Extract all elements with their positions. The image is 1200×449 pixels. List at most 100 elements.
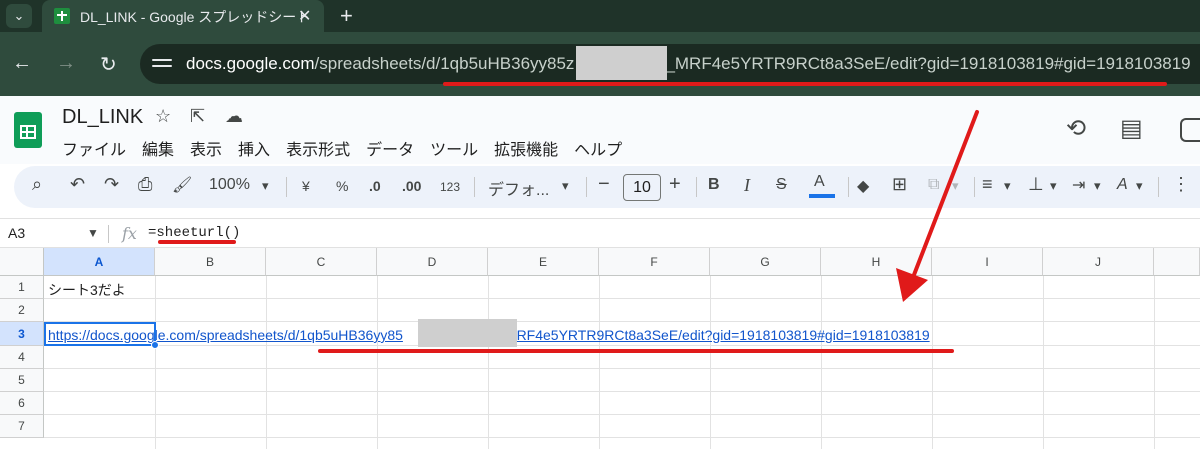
column-header-d[interactable]: D bbox=[377, 248, 488, 276]
column-header-j[interactable]: J bbox=[1043, 248, 1154, 276]
cloud-status-icon[interactable]: ☁ bbox=[225, 106, 243, 127]
column-header-h[interactable]: H bbox=[821, 248, 932, 276]
merge-cells-icon[interactable]: ⧉ bbox=[928, 176, 939, 194]
row-header-1[interactable]: 1 bbox=[0, 276, 44, 299]
fill-handle[interactable] bbox=[151, 341, 159, 349]
menu-format[interactable]: 表示形式 bbox=[286, 136, 350, 159]
name-box[interactable]: A3 bbox=[8, 225, 25, 241]
select-all-corner[interactable] bbox=[0, 248, 44, 276]
increase-decimal-button[interactable]: .00 bbox=[402, 178, 421, 194]
row-header-4[interactable]: 4 bbox=[0, 346, 44, 369]
percent-format-button[interactable]: % bbox=[336, 178, 348, 194]
text-rotation-icon[interactable]: A bbox=[1117, 176, 1128, 194]
close-icon[interactable]: ✕ bbox=[298, 6, 311, 26]
chevron-down-icon[interactable]: ▾ bbox=[262, 178, 269, 194]
back-arrow-icon[interactable]: ← bbox=[12, 52, 32, 75]
row-gridline bbox=[44, 345, 1200, 346]
increase-font-size-button[interactable]: + bbox=[669, 173, 681, 196]
chevron-down-icon[interactable]: ▾ bbox=[1050, 178, 1057, 194]
chevron-down-icon[interactable]: ▼ bbox=[87, 226, 99, 240]
column-header-c[interactable]: C bbox=[266, 248, 377, 276]
row-header-7[interactable]: 7 bbox=[0, 415, 44, 438]
site-settings-icon[interactable] bbox=[152, 55, 172, 73]
column-gridline bbox=[1043, 276, 1044, 449]
tab-search-button[interactable]: ⌄ bbox=[6, 4, 32, 28]
italic-button[interactable]: I bbox=[744, 175, 750, 196]
chevron-down-icon[interactable]: ▾ bbox=[1136, 178, 1143, 194]
currency-format-button[interactable]: ¥ bbox=[302, 178, 310, 194]
vertical-align-icon[interactable]: ⊥ bbox=[1028, 174, 1044, 195]
url-text[interactable]: docs.google.com/spreadsheets/d/1qb5uHB36… bbox=[186, 54, 1191, 74]
text-color-button[interactable]: A bbox=[814, 173, 825, 191]
new-tab-button[interactable]: + bbox=[340, 3, 353, 29]
text-wrapping-icon[interactable]: ⇥ bbox=[1072, 175, 1085, 195]
chevron-down-icon[interactable]: ▾ bbox=[562, 178, 569, 194]
address-bar[interactable]: docs.google.com/spreadsheets/d/1qb5uHB36… bbox=[140, 44, 1200, 84]
undo-icon[interactable]: ↶ bbox=[70, 174, 85, 195]
annotation-underline-formula bbox=[158, 240, 236, 244]
move-folder-icon[interactable]: ⇱ bbox=[190, 106, 205, 127]
column-header-g[interactable]: G bbox=[710, 248, 821, 276]
selected-cell-outline bbox=[44, 322, 156, 346]
chevron-down-icon[interactable]: ▾ bbox=[1094, 178, 1101, 194]
version-history-icon[interactable]: ⟲ bbox=[1066, 114, 1086, 143]
share-button-partial[interactable] bbox=[1180, 118, 1200, 142]
url-path-start: /spreadsheets/d/1qb5uHB36yy85z bbox=[314, 54, 575, 73]
print-icon[interactable]: ⎙ bbox=[138, 174, 152, 195]
spreadsheet-grid[interactable]: A B C D E F G H I J 1 2 3 4 5 6 7 シート3だよ… bbox=[0, 248, 1200, 449]
star-icon[interactable]: ☆ bbox=[155, 106, 171, 127]
column-header-b[interactable]: B bbox=[155, 248, 266, 276]
paint-format-icon[interactable]: 🖌 bbox=[172, 175, 192, 195]
link-text-end: MRF4e5YRTR9RCt8a3SeE/edit?gid=1918103819… bbox=[504, 327, 930, 343]
toolbar-divider bbox=[286, 177, 287, 197]
formula-input[interactable]: =sheeturl() bbox=[148, 225, 240, 241]
chevron-down-icon[interactable]: ▾ bbox=[1004, 178, 1011, 194]
more-formats-button[interactable]: 123 bbox=[440, 180, 460, 194]
row-header-5[interactable]: 5 bbox=[0, 369, 44, 392]
menu-insert[interactable]: 挿入 bbox=[238, 136, 270, 159]
row-gridline bbox=[44, 391, 1200, 392]
zoom-select[interactable]: 100% bbox=[209, 176, 250, 194]
annotation-underline-url bbox=[443, 82, 1167, 86]
column-header-e[interactable]: E bbox=[488, 248, 599, 276]
comments-icon[interactable]: ▤ bbox=[1120, 114, 1143, 143]
row-header-6[interactable]: 6 bbox=[0, 392, 44, 415]
search-icon[interactable]: ⌕ bbox=[32, 174, 42, 195]
menu-data[interactable]: データ bbox=[366, 136, 414, 159]
column-header-a[interactable]: A bbox=[44, 248, 155, 276]
bold-button[interactable]: B bbox=[708, 176, 720, 194]
formatting-toolbar: ⌕ ↶ ↷ ⎙ 🖌 100% ▾ ¥ % .0 .00 123 デフォ... ▾… bbox=[14, 166, 1200, 208]
strikethrough-button[interactable]: S bbox=[776, 176, 787, 194]
reload-icon[interactable]: ↻ bbox=[100, 52, 117, 77]
menu-extensions[interactable]: 拡張機能 bbox=[494, 136, 558, 159]
menu-bar: ファイル 編集 表示 挿入 表示形式 データ ツール 拡張機能 ヘルプ bbox=[62, 136, 638, 159]
cell-a1[interactable]: シート3だよ bbox=[48, 280, 126, 300]
column-header-f[interactable]: F bbox=[599, 248, 710, 276]
redo-icon[interactable]: ↷ bbox=[104, 174, 119, 195]
document-title[interactable]: DL_LINK bbox=[62, 106, 143, 129]
font-family-select[interactable]: デフォ... bbox=[488, 176, 549, 200]
horizontal-align-icon[interactable]: ≡ bbox=[982, 174, 993, 195]
menu-view[interactable]: 表示 bbox=[190, 136, 222, 159]
menu-help[interactable]: ヘルプ bbox=[574, 136, 622, 159]
chevron-down-icon[interactable]: ▾ bbox=[952, 178, 959, 194]
toolbar-divider bbox=[474, 177, 475, 197]
borders-icon[interactable]: ⊞ bbox=[892, 174, 907, 195]
column-gridline bbox=[710, 276, 711, 449]
more-options-icon[interactable]: ⋮ bbox=[1172, 174, 1190, 195]
row-header-3[interactable]: 3 bbox=[0, 322, 44, 346]
column-header-i[interactable]: I bbox=[932, 248, 1043, 276]
decrease-font-size-button[interactable]: − bbox=[598, 173, 610, 196]
sheets-logo-icon[interactable] bbox=[14, 112, 42, 148]
font-size-input[interactable]: 10 bbox=[623, 174, 661, 201]
decrease-decimal-button[interactable]: .0 bbox=[369, 178, 381, 194]
menu-edit[interactable]: 編集 bbox=[142, 136, 174, 159]
row-header-2[interactable]: 2 bbox=[0, 299, 44, 322]
forward-arrow-icon[interactable]: → bbox=[56, 52, 76, 75]
fill-color-icon[interactable]: ◆ bbox=[857, 176, 869, 196]
toolbar-divider bbox=[696, 177, 697, 197]
menu-file[interactable]: ファイル bbox=[62, 136, 126, 159]
column-header-k[interactable] bbox=[1154, 248, 1200, 276]
browser-tab[interactable]: DL_LINK - Google スプレッドシート ✕ bbox=[42, 0, 324, 32]
menu-tools[interactable]: ツール bbox=[430, 136, 478, 159]
